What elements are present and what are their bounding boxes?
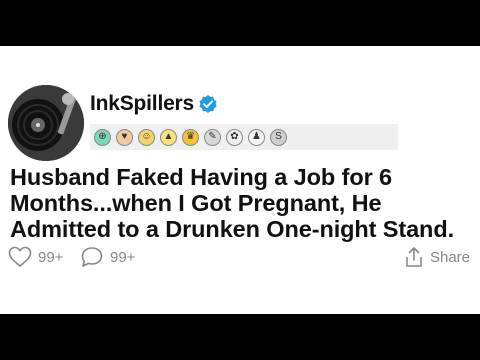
verified-badge-icon [199, 95, 217, 113]
like-count: 99+ [38, 248, 64, 266]
share-icon [406, 247, 422, 267]
author-row: InkSpillers [90, 92, 218, 116]
award-icon[interactable]: ✎ [204, 128, 221, 146]
comment-action[interactable]: 99+ [80, 246, 135, 268]
award-icon[interactable]: ✿ [226, 128, 243, 146]
award-icon[interactable]: ☺ [138, 128, 155, 146]
turntable-image [8, 85, 84, 161]
share-action[interactable]: Share [404, 246, 470, 268]
comment-bubble-icon [81, 247, 103, 267]
post-card: InkSpillers ⊕ ♥ ☺ ▲ ♛ ✎ ✿ ♟ S Husband Fa… [0, 46, 480, 314]
author-name[interactable]: InkSpillers [90, 92, 194, 116]
post-headline: Husband Faked Having a Job for 6 Months.… [10, 164, 454, 242]
awards-bar: ⊕ ♥ ☺ ▲ ♛ ✎ ✿ ♟ S [90, 124, 398, 150]
share-label: Share [429, 248, 470, 266]
comment-count: 99+ [110, 248, 136, 266]
award-icon[interactable]: ♟ [248, 128, 265, 146]
award-icon[interactable]: ▲ [160, 128, 177, 146]
award-icon[interactable]: ♥ [116, 128, 133, 146]
award-icon[interactable]: S [270, 128, 287, 146]
award-icon[interactable]: ⊕ [94, 128, 111, 146]
award-icon[interactable]: ♛ [182, 128, 199, 146]
author-avatar[interactable] [8, 85, 84, 161]
post-actions: 99+ 99+ Share [8, 246, 470, 270]
like-action[interactable]: 99+ [8, 246, 63, 268]
heart-icon [8, 246, 32, 267]
